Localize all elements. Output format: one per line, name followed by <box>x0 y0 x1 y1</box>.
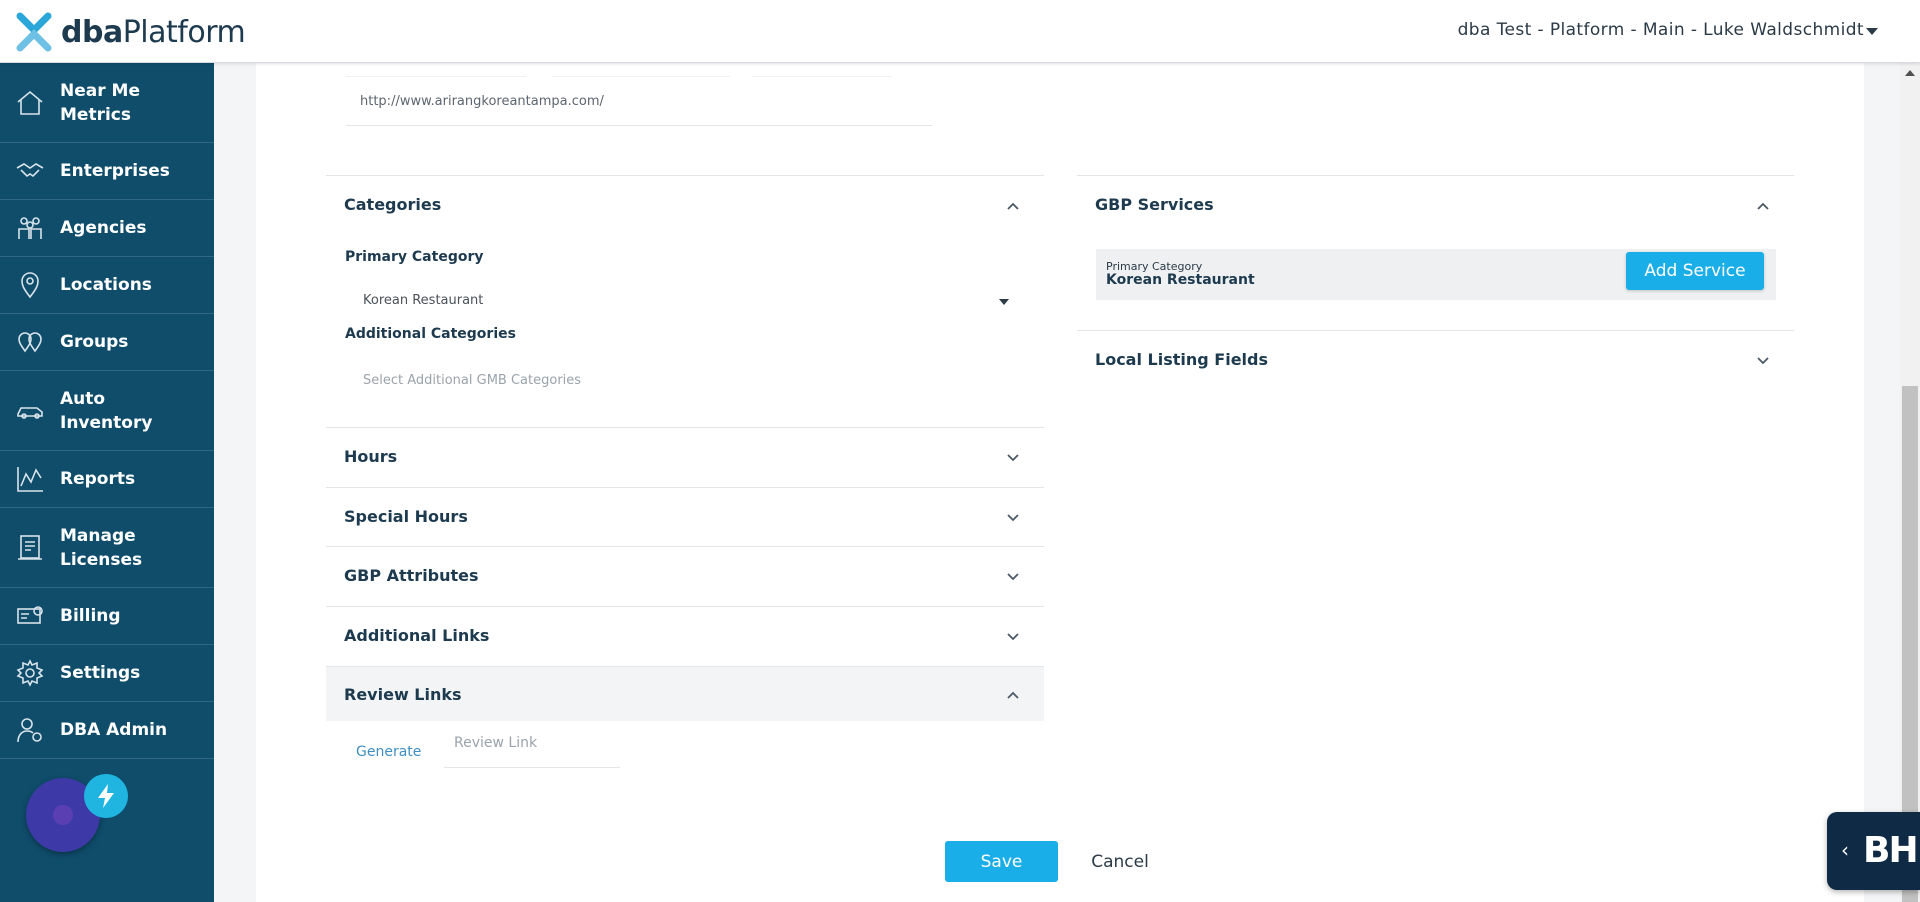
panel-title: GBP Attributes <box>344 566 479 585</box>
panel-title: Review Links <box>344 684 462 704</box>
cancel-button[interactable]: Cancel <box>1075 841 1165 882</box>
sidebar-item-locations[interactable]: Locations <box>0 257 214 314</box>
additional-categories-label: Additional Categories <box>345 326 516 342</box>
sidebar-item-label: Settings <box>60 663 141 683</box>
car-icon <box>14 395 46 427</box>
field-underline <box>346 76 526 77</box>
brand-name: dbaPlatform <box>61 14 246 50</box>
sidebar-item-label: Groups <box>60 332 129 352</box>
sidebar-item-settings[interactable]: Settings <box>0 645 214 702</box>
primary-category-label: Primary Category <box>345 249 484 265</box>
home-icon <box>14 87 46 119</box>
sidebar-item-label: Locations <box>60 275 152 295</box>
bh-logo-text: BH. <box>1863 830 1920 871</box>
sidebar-item-agencies[interactable]: Agencies <box>0 200 214 257</box>
save-button[interactable]: Save <box>945 841 1058 882</box>
hours-panel-header[interactable]: Hours <box>326 427 1044 485</box>
panel-title: Additional Links <box>344 626 490 645</box>
billing-icon <box>14 600 46 632</box>
map-pin-icon <box>14 269 46 301</box>
gbp-service-row: Primary Category Korean Restaurant Add S… <box>1096 249 1776 300</box>
chevron-down-icon[interactable] <box>1006 569 1020 583</box>
top-bar: dbaPlatform dba Test - Platform - Main -… <box>0 0 1920 63</box>
license-icon <box>14 532 46 564</box>
sidebar-item-dba-admin[interactable]: DBA Admin <box>0 702 214 759</box>
sidebar-item-label: Enterprises <box>60 161 170 181</box>
logo[interactable]: dbaPlatform <box>12 10 246 54</box>
generate-review-link-button[interactable]: Generate <box>356 744 421 760</box>
gbp-services-panel-header[interactable]: GBP Services <box>1077 175 1794 233</box>
scroll-up-arrow-icon[interactable] <box>1905 70 1915 76</box>
service-category-value: Korean Restaurant <box>1106 272 1255 288</box>
lightning-icon <box>98 784 114 808</box>
sidebar-item-label: Near Me Metrics <box>60 80 140 125</box>
sidebar-item-label: DBA Admin <box>60 720 168 740</box>
account-name[interactable]: dba Test - Platform - Main - Luke Waldsc… <box>1458 20 1864 40</box>
chat-launcher-dot <box>53 805 73 825</box>
sidebar-item-manage-licenses[interactable]: Manage Licenses <box>0 508 214 588</box>
sidebar-item-label: Billing <box>60 606 121 626</box>
local-listing-fields-panel-header[interactable]: Local Listing Fields <box>1077 330 1794 388</box>
chevron-up-icon[interactable] <box>1006 198 1020 212</box>
caret-down-icon <box>999 299 1009 305</box>
panel-title: Local Listing Fields <box>1095 350 1268 369</box>
sidebar-item-billing[interactable]: Billing <box>0 588 214 645</box>
additional-links-panel-header[interactable]: Additional Links <box>326 606 1044 664</box>
bh-widget-button[interactable]: ‹ BH. <box>1827 812 1920 890</box>
field-underline <box>552 76 730 77</box>
chart-icon <box>14 463 46 495</box>
categories-panel-header[interactable]: Categories <box>326 175 1044 233</box>
lightning-button[interactable] <box>84 774 128 818</box>
account-dropdown-icon[interactable] <box>1866 28 1878 35</box>
gbp-attributes-panel-header[interactable]: GBP Attributes <box>326 546 1044 604</box>
admin-icon <box>14 714 46 746</box>
sidebar-item-near-me-metrics[interactable]: Near Me Metrics <box>0 63 214 143</box>
handshake-icon <box>14 155 46 187</box>
logo-x-icon <box>16 12 52 52</box>
special-hours-panel-header[interactable]: Special Hours <box>326 487 1044 545</box>
people-icon <box>14 212 46 244</box>
chevron-up-icon[interactable] <box>1756 198 1770 212</box>
chevron-left-icon: ‹ <box>1841 838 1849 862</box>
sidebar-item-auto-inventory[interactable]: Auto Inventory <box>0 371 214 451</box>
group-pins-icon <box>14 326 46 358</box>
sidebar-item-label: Agencies <box>60 218 147 238</box>
sidebar: Near Me Metrics Enterprises Agencies Loc… <box>0 63 214 902</box>
chevron-up-icon[interactable] <box>1006 687 1020 701</box>
sidebar-item-reports[interactable]: Reports <box>0 451 214 508</box>
sidebar-item-label: Auto Inventory <box>60 388 153 433</box>
chevron-down-icon[interactable] <box>1006 629 1020 643</box>
sidebar-item-label: Manage Licenses <box>60 525 143 570</box>
sidebar-item-enterprises[interactable]: Enterprises <box>0 143 214 200</box>
sidebar-item-groups[interactable]: Groups <box>0 314 214 371</box>
primary-category-select[interactable]: Korean Restaurant <box>345 286 1015 316</box>
panel-title: GBP Services <box>1095 195 1214 214</box>
panel-title: Categories <box>344 195 442 214</box>
website-url-value: http://www.arirangkoreantampa.com/ <box>360 94 604 109</box>
primary-category-value: Korean Restaurant <box>363 293 484 308</box>
panel-title: Special Hours <box>344 507 468 526</box>
review-link-input[interactable]: Review Link <box>444 728 620 768</box>
field-underline <box>752 76 892 77</box>
panel-title: Hours <box>344 447 398 466</box>
sidebar-item-label: Reports <box>60 469 136 489</box>
add-service-button[interactable]: Add Service <box>1626 252 1764 290</box>
chevron-down-icon[interactable] <box>1006 510 1020 524</box>
additional-categories-select[interactable]: Select Additional GMB Categories <box>345 366 1015 396</box>
review-links-panel-header[interactable]: Review Links <box>326 666 1044 721</box>
chevron-down-icon[interactable] <box>1006 450 1020 464</box>
website-url-field[interactable]: http://www.arirangkoreantampa.com/ <box>346 80 932 126</box>
chevron-down-icon[interactable] <box>1756 353 1770 367</box>
review-link-placeholder: Review Link <box>454 735 538 751</box>
gear-icon <box>14 657 46 689</box>
additional-categories-placeholder: Select Additional GMB Categories <box>363 373 582 388</box>
